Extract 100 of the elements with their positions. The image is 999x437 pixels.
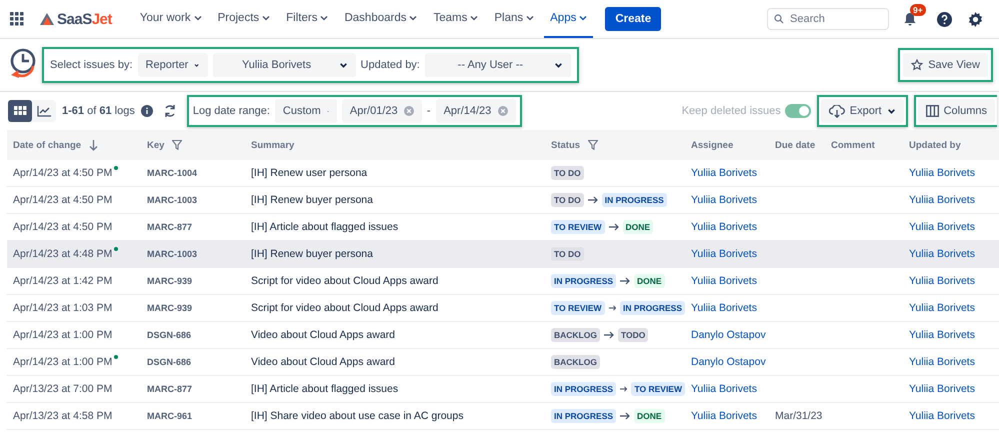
assignee-link[interactable]: Danylo Ostapov [691,329,766,341]
updated-by-link[interactable]: Yuliia Borivets [909,167,975,179]
issue-key[interactable]: MARC-961 [147,411,192,421]
nav-tab[interactable]: Your work [134,0,208,38]
summary-cell: [IH] Renew user persona [251,167,368,179]
table-row[interactable]: Apr/14/23 at 4:48 PM MARC-1003 [IH] Renew buyer persona TO DO Yuliia Borivets Yuliia Borivets [7,241,999,268]
updated-by-label: Updated by: [360,59,420,71]
date-cell: Apr/14/23 at 1:00 PM [13,329,112,341]
columns-icon [926,105,939,117]
summary-cell: Script for video about Cloud Apps award [251,302,438,314]
assignee-link[interactable]: Yuliia Borivets [691,302,757,314]
summary-cell: Video about Cloud Apps award [251,329,395,341]
assignee-link[interactable]: Yuliia Borivets [691,248,757,260]
column-header[interactable]: Status [545,130,685,160]
nav-tab[interactable]: Dashboards [338,0,424,38]
assignee-link[interactable]: Yuliia Borivets [691,410,757,422]
select-by-dropdown[interactable]: Reporter [138,53,208,77]
settings-icon[interactable] [968,12,983,26]
column-header[interactable]: Assignee [685,130,769,160]
keep-deleted-toggle[interactable] [784,104,811,118]
arrow-right-icon [604,331,614,339]
due-date-cell: Mar/31/23 [775,410,822,422]
updated-by-link[interactable]: Yuliia Borivets [909,383,975,395]
issue-key[interactable]: MARC-939 [147,276,192,286]
chevron-icon [409,14,418,22]
date-cell: Apr/14/23 at 1:42 PM [13,275,112,287]
issue-key[interactable]: MARC-1003 [147,195,198,205]
summary-cell: [IH] Renew buyer persona [251,248,373,260]
assignee-link[interactable]: Yuliia Borivets [691,167,757,179]
updated-by-link[interactable]: Yuliia Borivets [909,248,975,260]
updated-by-dropdown[interactable]: -- Any User -- [424,53,571,77]
arrow-right-icon [620,412,630,420]
notification-badge: 9+ [910,4,926,16]
columns-button[interactable]: Columns [918,99,995,123]
date-from-field[interactable]: Apr/01/23 [342,99,422,123]
filter-icon[interactable] [172,140,182,150]
date-cell: Apr/14/23 at 4:50 PM [13,221,112,233]
issue-key[interactable]: MARC-1004 [147,168,198,178]
range-dropdown[interactable]: Custom [274,99,337,123]
updated-by-link[interactable]: Yuliia Borivets [909,329,975,341]
arrow-right-icon [588,196,598,204]
chevron-icon [554,60,563,70]
table-view-button[interactable] [8,100,32,122]
issue-key[interactable]: MARC-877 [147,222,192,232]
status-lozenge: TO REVIEW [551,220,605,234]
updated-by-link[interactable]: Yuliia Borivets [909,275,975,287]
status-lozenge: TO DO [551,193,584,207]
nav-tab[interactable]: Apps [544,0,594,38]
column-header[interactable]: Date of change [7,130,141,160]
log-date-range-label: Log date range: [192,105,270,117]
assignee-link[interactable]: Yuliia Borivets [691,383,757,395]
issue-key[interactable]: MARC-939 [147,303,192,313]
issue-key[interactable]: MARC-1003 [147,249,198,259]
nav-tab[interactable]: Teams [427,0,484,38]
updated-by-link[interactable]: Yuliia Borivets [909,302,975,314]
export-button[interactable]: Export [820,99,904,123]
column-header[interactable]: Updated by [903,130,999,160]
updated-by-link[interactable]: Yuliia Borivets [909,410,975,422]
grid-icon [14,106,26,116]
chevron-icon [579,14,588,22]
issue-key[interactable]: DSGN-686 [147,330,192,340]
nav-tab[interactable]: Projects [212,0,276,38]
create-button[interactable]: Create [605,7,662,31]
assignee-link[interactable]: Yuliia Borivets [691,275,757,287]
column-header[interactable]: Comment [825,130,903,160]
chevron-icon [194,14,202,22]
assignee-link[interactable]: Danylo Ostapov [691,356,766,368]
app-switcher-icon[interactable] [10,12,24,26]
refresh-icon[interactable] [162,104,177,118]
info-icon[interactable] [140,105,153,117]
summary-cell: [IH] Article about flagged issues [251,383,398,395]
column-header[interactable]: Key [141,130,245,160]
column-header[interactable]: Summary [245,130,545,160]
updated-by-link[interactable]: Yuliia Borivets [909,356,975,368]
issue-key[interactable]: DSGN-686 [147,357,192,367]
status-lozenge: DONE [634,274,665,288]
notification-icon[interactable] [903,12,917,26]
date-to-field[interactable]: Apr/14/23 [436,99,516,123]
chevron-icon [262,14,270,22]
updated-by-link[interactable]: Yuliia Borivets [909,221,975,233]
updated-by-link[interactable]: Yuliia Borivets [909,194,975,206]
chevron-icon [338,60,348,70]
issue-key[interactable]: MARC-877 [147,384,192,394]
line-chart-icon [37,106,51,116]
assignee-link[interactable]: Yuliia Borivets [691,221,757,233]
user-dropdown[interactable]: Yuliia Borivets [212,53,356,77]
summary-cell: Script for video about Cloud Apps award [251,275,438,287]
filter-icon[interactable] [588,140,598,150]
nav-tab[interactable]: Plans [488,0,540,38]
column-header[interactable]: Due date [769,130,825,160]
save-view-button[interactable]: Save View [903,53,988,77]
chevron-icon [526,14,534,22]
status-lozenge: DONE [622,220,654,234]
help-icon[interactable] [937,12,952,26]
search-field[interactable]: Search [767,8,889,30]
nav-tab[interactable]: Filters [280,0,334,38]
keep-deleted-label: Keep deleted issues [682,105,781,117]
assignee-link[interactable]: Yuliia Borivets [691,194,757,206]
chevron-icon [320,14,328,22]
sort-down-icon[interactable] [89,140,98,150]
